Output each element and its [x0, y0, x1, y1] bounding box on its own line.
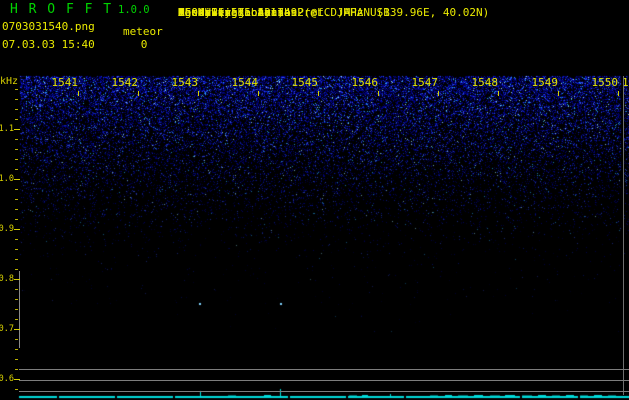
freq-major-tick: [14, 379, 20, 380]
freq-minor-tick: [15, 159, 18, 160]
minute-tick: [78, 91, 79, 96]
time-axis-label: 1547: [410, 77, 438, 88]
date-time: 07.03.03 15:40: [2, 39, 95, 50]
hrofft-window: H R O F F T 1.0.0 0703031540.png 07.03.0…: [0, 0, 629, 400]
time-axis-label: 1546: [350, 77, 378, 88]
info-value: A504HB(yagi 4el): [178, 7, 284, 18]
freq-tick-label: 0.7: [0, 325, 14, 334]
freq-minor-tick: [15, 149, 18, 150]
freq-minor-tick: [15, 319, 18, 320]
spectrogram-canvas: [0, 0, 629, 400]
freq-tick-label: 0.9: [0, 225, 14, 234]
freq-major-tick: [14, 279, 20, 280]
freq-minor-tick: [15, 199, 18, 200]
minute-tick: [438, 91, 439, 96]
freq-minor-tick: [15, 349, 18, 350]
minute-tick: [138, 91, 139, 96]
meteor-label: meteor: [123, 26, 163, 37]
app-title: H R O F F T: [10, 2, 113, 17]
time-axis-label: 1543: [170, 77, 198, 88]
freq-minor-tick: [15, 299, 18, 300]
minute-tick: [258, 91, 259, 96]
freq-minor-tick: [15, 139, 18, 140]
freq-tick-label: 1.0: [0, 175, 14, 184]
freq-minor-tick: [15, 309, 18, 310]
time-axis-label: 1550: [590, 77, 618, 88]
freq-minor-tick: [15, 359, 18, 360]
freq-minor-tick: [15, 89, 18, 90]
minute-tick: [378, 91, 379, 96]
minute-tick: [498, 91, 499, 96]
time-axis-label: 1545: [290, 77, 318, 88]
freq-minor-tick: [15, 219, 18, 220]
meteor-count: 0: [123, 39, 165, 50]
freq-major-tick: [14, 179, 20, 180]
minute-tick: [318, 91, 319, 96]
freq-minor-tick: [15, 269, 18, 270]
time-axis-label: 1544: [230, 77, 258, 88]
freq-minor-tick: [15, 99, 18, 100]
plot-right-border: [623, 76, 624, 395]
freq-minor-tick: [15, 369, 18, 370]
freq-tick-label: 0.8: [0, 275, 14, 284]
level-gridline: [19, 369, 629, 370]
freq-minor-tick: [15, 389, 18, 390]
minute-tick: [198, 91, 199, 96]
freq-minor-tick: [15, 289, 18, 290]
minute-tick: [618, 91, 619, 96]
time-axis-label: 1549: [530, 77, 558, 88]
freq-minor-tick: [15, 209, 18, 210]
freq-tick-label: 1.1: [0, 125, 14, 134]
plot-left-border: [19, 271, 20, 348]
freq-minor-tick: [15, 119, 18, 120]
time-axis-label: 1548: [470, 77, 498, 88]
time-axis-label: 1541: [50, 77, 78, 88]
freq-minor-tick: [15, 239, 18, 240]
level-gridline: [19, 391, 629, 392]
freq-minor-tick: [15, 189, 18, 190]
freq-minor-tick: [15, 109, 18, 110]
freq-major-tick: [14, 129, 20, 130]
freq-major-tick: [14, 329, 20, 330]
freq-minor-tick: [15, 169, 18, 170]
time-axis-label: 1542: [110, 77, 138, 88]
app-version: 1.0.0: [118, 4, 150, 16]
freq-minor-tick: [15, 249, 18, 250]
freq-major-tick: [14, 229, 20, 230]
freq-minor-tick: [15, 259, 18, 260]
freq-tick-label: 0.6: [0, 375, 14, 384]
freq-minor-tick: [15, 339, 18, 340]
output-filename: 0703031540.png: [2, 21, 95, 32]
freq-axis-unit: kHz: [0, 77, 18, 87]
minute-tick: [558, 91, 559, 96]
level-gridline: [19, 380, 629, 381]
